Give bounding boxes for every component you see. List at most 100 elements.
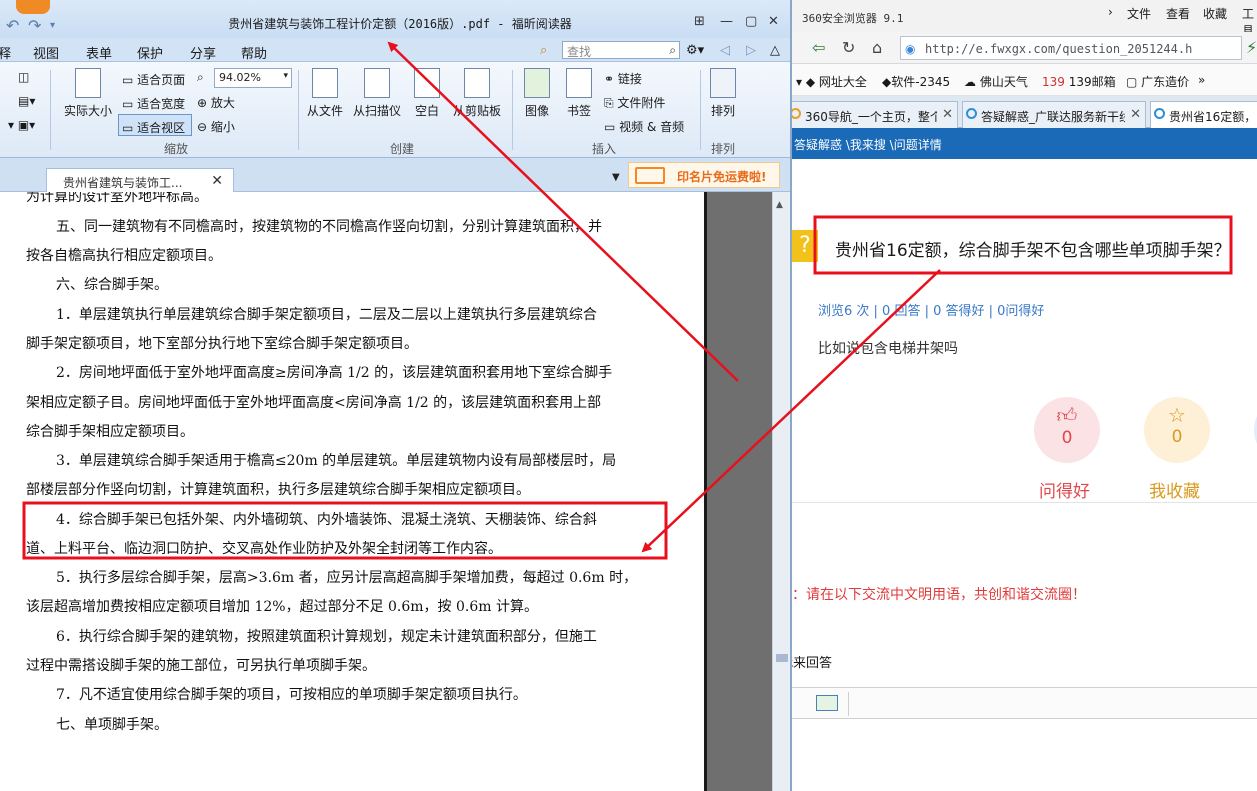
pdf-document-page[interactable]: 为计算的设计室外地坪标高。 五、同一建筑物有不同檐高时，按建筑物的不同檐高作竖向… (0, 192, 704, 791)
reader-tabbar: 贵州省建筑与装饰工... ✕ ▼ 印名片免运费啦! (0, 158, 790, 192)
chevron-right-icon[interactable]: › (1108, 5, 1113, 19)
fit-width-button[interactable]: ▭ 适合宽度 (122, 95, 185, 112)
collapse-ribbon-icon[interactable]: △ (770, 43, 780, 58)
paste-icon[interactable]: ▤▾ (18, 94, 35, 108)
blank-button[interactable]: 空白 (408, 68, 446, 119)
from-clipboard-button[interactable]: 从剪贴板 (450, 68, 504, 119)
speed-icon[interactable]: ⚡ (1246, 38, 1257, 57)
bookmark-gdzj[interactable]: ▢ 广东造价 (1126, 73, 1189, 90)
arrange-button[interactable]: 排列 (706, 68, 740, 119)
from-clipboard-label: 从剪贴板 (452, 104, 501, 118)
zoom-value: 94.02% (219, 71, 261, 84)
doc-line: 部楼层部分作竖向切割，计算建筑面积，执行多层建筑综合脚手架相应定额项目。 (26, 482, 530, 498)
video-audio-button[interactable]: ▭ 视频 & 音频 (604, 118, 684, 135)
file-attachment-button[interactable]: ⎘ 文件附件 (604, 94, 665, 111)
chevron-down-icon: ▾ (283, 71, 288, 81)
search-settings-icon[interactable]: ⌕ (540, 43, 547, 58)
browser-menu-favorites[interactable]: 收藏 (1203, 5, 1227, 22)
breadcrumb-bar: 答疑解惑 \我来搜 \问题详情 (792, 128, 1257, 159)
tab-favicon (1154, 108, 1165, 119)
quick-access-dropdown-icon[interactable]: ▾ (50, 20, 55, 31)
browser-tab-dayi[interactable]: 答疑解惑_广联达服务新干线 ✕ (962, 101, 1146, 128)
menu-annotate[interactable]: 释 (0, 43, 11, 62)
fit-view-button[interactable]: ▭ 适合视区 (122, 119, 185, 136)
from-file-label: 从文件 (306, 104, 343, 118)
next-icon[interactable]: ▷ (746, 43, 756, 58)
maximize-icon[interactable]: ▢ (745, 14, 757, 29)
browser-menu-file[interactable]: 文件 (1127, 5, 1151, 22)
menu-help[interactable]: 帮助 (241, 43, 267, 62)
close-icon[interactable]: ✕ (768, 14, 779, 29)
menu-form[interactable]: 表单 (86, 43, 112, 62)
close-tab-icon[interactable]: ✕ (211, 173, 223, 189)
vertical-scrollbar[interactable]: ▲ (772, 192, 790, 791)
close-tab-icon[interactable]: ✕ (942, 107, 953, 122)
zoom-combobox[interactable]: 94.02% ▾ (214, 68, 292, 88)
promo-banner[interactable]: 印名片免运费啦! (628, 162, 780, 188)
menu-share[interactable]: 分享 (190, 43, 216, 62)
from-file-button[interactable]: 从文件 (304, 68, 346, 119)
zoom-out-button[interactable]: ⊖ 缩小 (197, 118, 235, 135)
ribbon-separator (700, 70, 701, 150)
like-label[interactable]: 问得好 (1039, 477, 1090, 502)
like-button[interactable]: 👍︎ 0 (1034, 397, 1100, 463)
redo-icon[interactable]: ↷ (28, 16, 41, 35)
fit-page-button[interactable]: ▭ 适合页面 (122, 71, 185, 88)
breadcrumb[interactable]: 答疑解惑 \我来搜 \问题详情 (794, 136, 942, 153)
close-tab-icon[interactable]: ✕ (1130, 107, 1141, 122)
browser-tab-question[interactable]: 贵州省16定额， (1150, 101, 1257, 128)
prev-icon[interactable]: ◁ (720, 43, 730, 58)
scrollbar-thumb[interactable] (776, 654, 788, 662)
ribbon-options-icon[interactable]: ⊞ (694, 14, 705, 29)
doc-line: 2．房间地坪面低于室外地坪面高度≥房间净高 1/2 的，该层建筑面积套用地下室综… (56, 365, 613, 381)
doc-line: 1．单层建筑执行单层建筑综合脚手架定额项目，二层及二层以上建筑执行多层建筑综合 (56, 307, 597, 323)
bookmark-wangzhi[interactable]: ▾ ◆ 网址大全 (796, 73, 867, 90)
bookmark-button[interactable]: 书签 (560, 68, 598, 119)
search-input[interactable]: 查找 ⌕ (562, 41, 680, 59)
question-stats[interactable]: 浏览6 次 | 0 回答 | 0 答得好 | 0问得好 (818, 300, 1044, 319)
image-icon (524, 68, 550, 98)
bookmarks-more[interactable]: » (1198, 73, 1205, 87)
zoom-in-button[interactable]: ⊕ 放大 (197, 94, 235, 111)
camera-icon[interactable]: ◫ (18, 70, 29, 84)
minimize-icon[interactable]: — (720, 14, 733, 29)
menu-protect[interactable]: 保护 (137, 43, 163, 62)
actual-size-button[interactable]: 实际大小 (60, 68, 116, 119)
bookmark-139mail[interactable]: 139 139邮箱 (1042, 73, 1116, 90)
undo-icon[interactable]: ↶ (6, 16, 19, 35)
address-bar[interactable]: ◉ http://e.fwxgx.com/question_2051244.h (900, 36, 1242, 60)
browser-menu-view[interactable]: 查看 (1166, 5, 1190, 22)
business-card-icon (635, 167, 665, 184)
favorite-label[interactable]: 我收藏 (1149, 477, 1200, 502)
doc-line: 7．凡不适宜使用综合脚手架的项目，可按相应的单项脚手架定额项目执行。 (56, 687, 527, 703)
search-icon[interactable]: ⌕ (669, 43, 676, 58)
insert-image-icon[interactable] (816, 695, 838, 711)
actual-size-label: 实际大小 (63, 104, 112, 118)
video-audio-label: 视频 & 音频 (619, 120, 685, 134)
ribbon-separator (50, 70, 51, 150)
link-button[interactable]: ⚭ 链接 (604, 70, 642, 87)
browser-tabstrip: 360导航_一个主页，整个世界 ✕ 答疑解惑_广联达服务新干线 ✕ 贵州省16定… (792, 96, 1257, 128)
back-icon[interactable]: ⇦ (812, 38, 825, 57)
refresh-icon[interactable]: ↻ (842, 38, 855, 57)
zoom-out-label: 缩小 (210, 120, 235, 134)
group-label-insert: 插入 (592, 142, 617, 156)
tab-list-dropdown-icon[interactable]: ▼ (612, 172, 620, 183)
from-scanner-label: 从扫描仪 (352, 104, 401, 118)
format-icon[interactable]: ▾ ▣▾ (8, 118, 35, 132)
home-icon[interactable]: ⌂ (872, 38, 882, 57)
bookmark-weather[interactable]: ☁ 佛山天气 (964, 73, 1028, 90)
scroll-up-icon[interactable]: ▲ (776, 200, 783, 210)
gear-icon[interactable]: ⚙▾ (686, 43, 704, 58)
image-button[interactable]: 图像 (518, 68, 556, 119)
bookmark-2345[interactable]: ◆软件-2345 (882, 73, 950, 90)
group-label-arrange: 排列 (711, 142, 736, 156)
menu-view[interactable]: 视图 (33, 43, 59, 62)
from-scanner-button[interactable]: 从扫描仪 (350, 68, 404, 119)
browser-tab-360[interactable]: 360导航_一个主页，整个世界 ✕ (792, 101, 958, 128)
document-tab[interactable]: 贵州省建筑与装饰工... ✕ (46, 168, 234, 192)
browser-titlebar: 360安全浏览器 9.1 › 文件 查看 收藏 工具 (792, 0, 1257, 38)
doc-line: 综合脚手架相应定额项目。 (26, 424, 194, 440)
fit-page-label: 适合页面 (137, 73, 186, 87)
favorite-button[interactable]: ☆ 0 (1144, 397, 1210, 463)
